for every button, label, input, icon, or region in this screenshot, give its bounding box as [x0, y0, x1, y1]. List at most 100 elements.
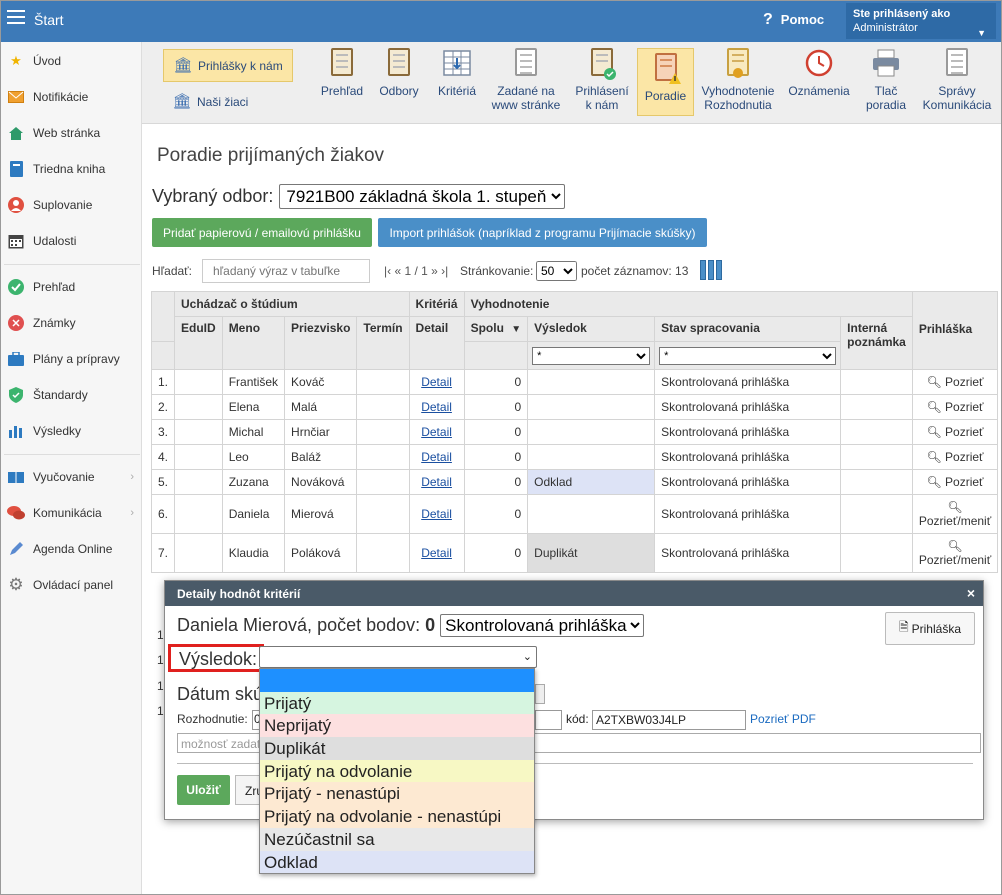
- stav-filter-select[interactable]: *: [659, 346, 837, 365]
- dropdown-option-neprijaty[interactable]: Neprijatý: [260, 714, 534, 738]
- view-application-button[interactable]: 🔍︎ Pozrieť: [911, 469, 999, 495]
- cell-priezvisko: Nováková: [284, 469, 358, 495]
- kod-input[interactable]: A2TXBW03J4LP: [592, 710, 746, 730]
- cell-eduid: [174, 533, 223, 573]
- vysledok-select[interactable]: ⌄: [259, 646, 537, 668]
- cell-stav: Skontrolovaná prihláška: [654, 394, 842, 420]
- detail-link[interactable]: Detail: [421, 507, 452, 521]
- hamburger-menu-icon[interactable]: [7, 10, 25, 24]
- dropdown-option-odklad[interactable]: Odklad: [260, 850, 534, 874]
- home-link[interactable]: Štart: [34, 12, 64, 28]
- header-priezvisko[interactable]: Priezvisko: [284, 316, 358, 370]
- toolbar-prehlad[interactable]: Prehľad: [319, 48, 365, 116]
- sidebar-item-web-stranka[interactable]: Web stránka: [0, 118, 142, 148]
- sidebar-item-suplovanie[interactable]: Suplovanie: [0, 190, 142, 220]
- columns-icon[interactable]: [700, 260, 722, 280]
- header-stav[interactable]: Stav spracovania: [654, 316, 842, 342]
- dropdown-option-duplikat[interactable]: Duplikát: [260, 737, 534, 760]
- prihlaska-button[interactable]: 🗎 Prihláška: [885, 612, 975, 645]
- vysledok-filter-select[interactable]: *: [532, 346, 651, 365]
- sidebar-item-triedna-kniha[interactable]: Triedna kniha: [0, 154, 142, 184]
- header-vysledok[interactable]: Výsledok: [527, 316, 656, 342]
- search-input[interactable]: [202, 259, 370, 283]
- cell-spolu: 0: [463, 369, 529, 395]
- toolbar-vyhodnotenie[interactable]: Vyhodnotenie Rozhodnutia: [700, 48, 776, 116]
- modal-points: 0: [425, 615, 436, 635]
- cell-termin: [356, 369, 410, 395]
- sidebar-item-uvod[interactable]: ★ Úvod: [0, 46, 142, 76]
- applicants-table: Uchádzač o štúdium Kritériá Vyhodnotenie…: [150, 291, 999, 573]
- sidebar-item-komunikacia[interactable]: Komunikácia ›: [0, 498, 142, 528]
- header-spolu[interactable]: Spolu ▼: [463, 316, 529, 342]
- cell-vysledok: Duplikát: [527, 533, 656, 573]
- toolbar-poradie[interactable]: Poradie: [637, 48, 694, 116]
- datum-field[interactable]: [535, 684, 545, 704]
- sort-desc-icon: ▼: [511, 324, 522, 335]
- dropdown-option-nezucastnil[interactable]: Nezúčastnil sa: [260, 827, 534, 851]
- dropdown-option-prijaty[interactable]: Prijatý: [260, 691, 534, 715]
- paging-select[interactable]: 50: [536, 261, 577, 281]
- cell-stav: Skontrolovaná prihláška: [654, 369, 842, 395]
- header-termin[interactable]: Termín: [356, 316, 410, 370]
- edit-application-button[interactable]: 🔍︎ Pozrieť/meniť: [911, 494, 999, 534]
- toolbar-label: Vyhodnotenie: [701, 84, 775, 98]
- user-menu[interactable]: Ste prihlásený ako Administrátor ▼: [846, 3, 996, 39]
- dropdown-option-empty[interactable]: [260, 669, 534, 692]
- detail-link[interactable]: Detail: [421, 425, 452, 439]
- header-stav-filter: *: [654, 341, 842, 370]
- toolbar-spravy[interactable]: Správy Komunikácia: [920, 48, 994, 116]
- detail-link[interactable]: Detail: [421, 400, 452, 414]
- row-number: 5.: [150, 469, 176, 495]
- view-application-button[interactable]: 🔍︎ Pozrieť: [911, 394, 999, 420]
- detail-link[interactable]: Detail: [421, 375, 452, 389]
- sidebar-item-label: Štandardy: [33, 388, 88, 402]
- save-button[interactable]: Uložiť: [177, 775, 230, 805]
- view-application-button[interactable]: 🔍︎ Pozrieť: [911, 444, 999, 470]
- sidebar-item-vysledky[interactable]: Výsledky: [0, 416, 142, 446]
- toolbar-tlac-poradia[interactable]: Tlač poradia: [860, 48, 912, 116]
- view-application-button[interactable]: 🔍︎ Pozrieť: [911, 369, 999, 395]
- status-select[interactable]: Skontrolovaná prihláška: [440, 614, 645, 637]
- dropdown-option-prijaty-nenastupi[interactable]: Prijatý - nenastúpi: [260, 782, 534, 806]
- dropdown-option-odvolanie-nenastupi[interactable]: Prijatý na odvolanie - nenastúpi: [260, 805, 534, 828]
- tab-prihlasky-k-nam[interactable]: 🏛 Prihlášky k nám: [163, 49, 293, 82]
- sidebar-item-plany[interactable]: Plány a prípravy: [0, 344, 142, 374]
- edit-application-button[interactable]: 🔍︎ Pozrieť/meniť: [911, 533, 999, 573]
- header-eduid[interactable]: EduID: [174, 316, 223, 370]
- header-interna-poznamka[interactable]: Interná poznámka: [840, 316, 913, 370]
- rozhodnutie-number-input[interactable]: [535, 710, 562, 730]
- toolbar-kriteria[interactable]: Kritériá: [434, 48, 480, 116]
- toolbar-oznamenia[interactable]: Oznámenia: [787, 48, 851, 116]
- sidebar-item-ovladaci-panel[interactable]: ⚙ Ovládací panel: [0, 570, 142, 600]
- dropdown-option-prijaty-odvolanie[interactable]: Prijatý na odvolanie: [260, 759, 534, 783]
- toolbar-odbory[interactable]: Odbory: [377, 48, 421, 116]
- tab-nasi-ziaci[interactable]: 🏛 Naši žiaci: [163, 88, 293, 116]
- sidebar-item-udalosti[interactable]: Udalosti: [0, 226, 142, 256]
- import-applications-button[interactable]: Import prihlášok (napríklad z programu P…: [378, 218, 707, 247]
- detail-link[interactable]: Detail: [421, 546, 452, 560]
- view-pdf-link[interactable]: Pozrieť PDF: [750, 712, 816, 726]
- header-meno[interactable]: Meno: [221, 316, 286, 370]
- toolbar-label-2: Komunikácia: [922, 98, 992, 112]
- sidebar-item-znamky[interactable]: Známky: [0, 308, 142, 338]
- sidebar-item-label: Notifikácie: [33, 90, 89, 104]
- sidebar-item-agenda-online[interactable]: Agenda Online: [0, 534, 142, 564]
- help-button[interactable]: ? Pomoc: [763, 11, 824, 29]
- sidebar-item-prehlad[interactable]: Prehľad: [0, 272, 142, 302]
- odbor-select[interactable]: 7921B00 základná škola 1. stupeň: [279, 184, 566, 209]
- shield-icon: [7, 386, 25, 404]
- sidebar-item-vyucovanie[interactable]: Vyučovanie ›: [0, 462, 142, 492]
- modal-person-line: Daniela Mierová, počet bodov: 0 Skontrol…: [177, 614, 645, 637]
- view-application-button[interactable]: 🔍︎ Pozrieť: [911, 419, 999, 445]
- toolbar-zadane-na-www[interactable]: Zadané na www stránke: [491, 48, 561, 116]
- pager[interactable]: |‹ « 1 / 1 » ›|: [384, 264, 448, 278]
- detail-link[interactable]: Detail: [421, 475, 452, 489]
- close-icon[interactable]: ×: [967, 585, 975, 601]
- toolbar-prihlaseni[interactable]: Prihlásení k nám: [572, 48, 632, 116]
- add-paper-application-button[interactable]: Pridať papierovú / emailovú prihlášku: [152, 218, 372, 247]
- cell-priezvisko: Mierová: [284, 494, 358, 534]
- cell-interna: [840, 369, 913, 395]
- sidebar-item-standardy[interactable]: Štandardy: [0, 380, 142, 410]
- sidebar-item-notifikacie[interactable]: Notifikácie: [0, 82, 142, 112]
- detail-link[interactable]: Detail: [421, 450, 452, 464]
